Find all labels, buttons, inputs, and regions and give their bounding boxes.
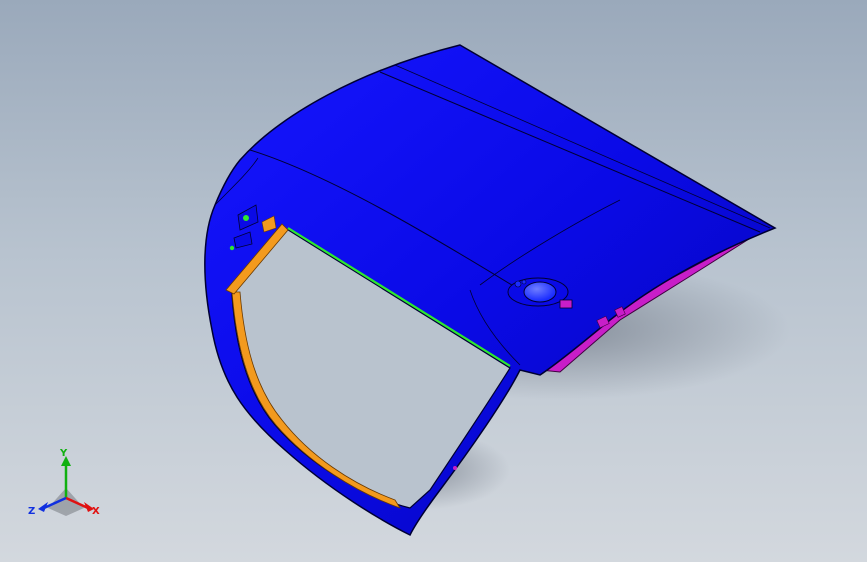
triad-z-label: Z	[28, 506, 35, 517]
triad-y-label: Y	[59, 448, 68, 459]
triad-x-label: X	[92, 506, 100, 517]
graphics-viewport[interactable]: Y X Z	[0, 0, 867, 562]
coordinate-triad: Y X Z	[28, 448, 100, 517]
tailgate-model[interactable]	[0, 0, 867, 562]
